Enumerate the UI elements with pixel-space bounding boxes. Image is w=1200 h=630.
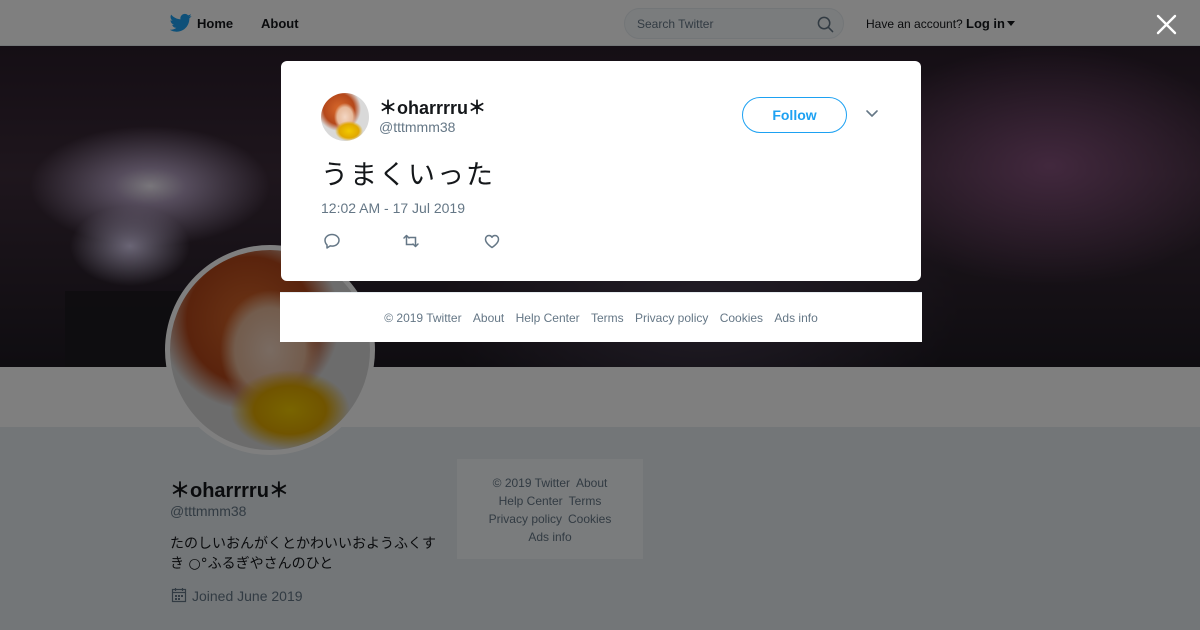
modal-footer-privacy-link[interactable]: Privacy policy <box>635 311 708 325</box>
reply-icon[interactable] <box>323 232 341 250</box>
modal-footer-ads-link[interactable]: Ads info <box>774 311 817 325</box>
modal-footer-help-link[interactable]: Help Center <box>516 311 580 325</box>
tweet-text: うまくいった <box>321 160 495 191</box>
modal-footer-about-link[interactable]: About <box>473 311 504 325</box>
tweet-timestamp[interactable]: 12:02 AM - 17 Jul 2019 <box>321 200 465 216</box>
tweet-modal: ＊oharrrru＊ @tttmmm38 Follow うまくいった 12:02… <box>281 61 921 281</box>
page: Home About Have an account? Log in ＊ohar… <box>0 0 1200 630</box>
follow-button[interactable]: Follow <box>742 97 847 133</box>
modal-footer: © 2019 Twitter About Help Center Terms P… <box>280 292 922 342</box>
tweet-author-handle[interactable]: @tttmmm38 <box>379 119 455 135</box>
modal-footer-terms-link[interactable]: Terms <box>591 311 624 325</box>
like-icon[interactable] <box>483 232 501 250</box>
chevron-down-icon[interactable] <box>865 109 879 119</box>
modal-footer-cookies-link[interactable]: Cookies <box>720 311 763 325</box>
close-icon[interactable] <box>1156 14 1177 35</box>
modal-footer-copyright: © 2019 Twitter <box>384 311 462 325</box>
tweet-author-name[interactable]: ＊oharrrru＊ <box>379 94 486 120</box>
retweet-icon[interactable] <box>402 232 420 250</box>
tweet-avatar[interactable] <box>321 93 369 141</box>
